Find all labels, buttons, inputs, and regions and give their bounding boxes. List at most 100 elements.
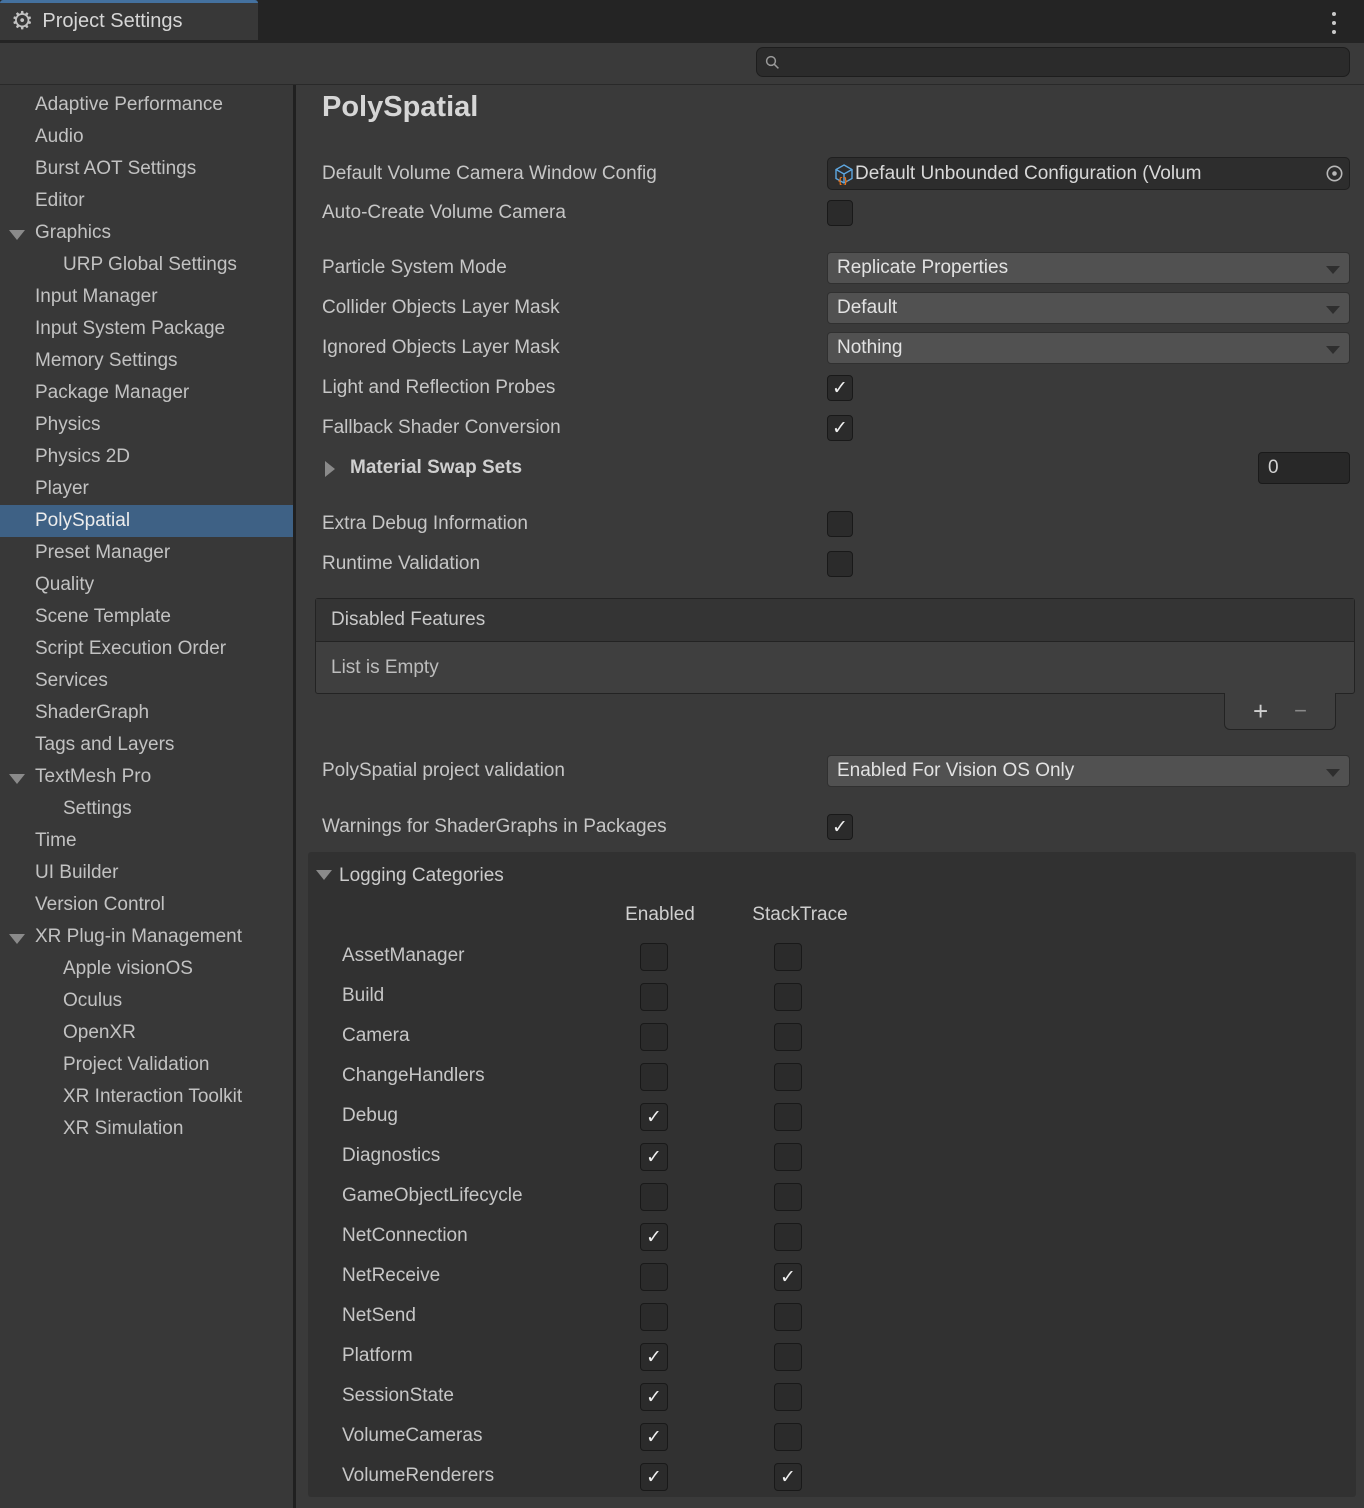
sidebar-item[interactable]: Oculus xyxy=(0,985,293,1017)
search-box[interactable] xyxy=(756,47,1350,77)
stacktrace-checkbox[interactable] xyxy=(774,1223,802,1251)
material-swap-sets-count-field[interactable]: 0 xyxy=(1258,452,1350,484)
runtime-validation-checkbox[interactable] xyxy=(827,551,853,577)
sidebar-item[interactable]: Tags and Layers xyxy=(0,729,293,761)
stacktrace-checkbox[interactable] xyxy=(774,943,802,971)
collider-objects-layer-mask-dropdown[interactable]: Default xyxy=(827,292,1350,324)
project-settings-window: ⚙ Project Settings Adaptive Performance … xyxy=(0,0,1364,1508)
window-tab-title: Project Settings xyxy=(42,10,182,33)
enabled-checkbox[interactable] xyxy=(640,1223,668,1251)
foldout-open-icon[interactable] xyxy=(9,230,25,240)
sidebar-item[interactable]: Scene Template xyxy=(0,601,293,633)
stacktrace-checkbox[interactable] xyxy=(774,983,802,1011)
sidebar-item[interactable]: Memory Settings xyxy=(0,345,293,377)
sidebar-item[interactable]: XR Simulation xyxy=(0,1113,293,1145)
auto-create-volume-camera-checkbox[interactable] xyxy=(827,200,853,226)
sidebar-item-label: UI Builder xyxy=(35,862,118,883)
sidebar-item[interactable]: Adaptive Performance xyxy=(0,89,293,121)
sidebar-item[interactable]: Time xyxy=(0,825,293,857)
sidebar-item[interactable]: Burst AOT Settings xyxy=(0,153,293,185)
sidebar-item[interactable]: Package Manager xyxy=(0,377,293,409)
enabled-checkbox[interactable] xyxy=(640,1343,668,1371)
stacktrace-checkbox[interactable] xyxy=(774,1343,802,1371)
enabled-checkbox[interactable] xyxy=(640,1063,668,1091)
column-header-stacktrace: StackTrace xyxy=(738,904,862,926)
sidebar-item[interactable]: PolySpatial xyxy=(0,505,293,537)
enabled-checkbox[interactable] xyxy=(640,983,668,1011)
light-and-reflection-probes-checkbox[interactable] xyxy=(827,375,853,401)
stacktrace-checkbox[interactable] xyxy=(774,1183,802,1211)
sidebar-item[interactable]: Apple visionOS xyxy=(0,953,293,985)
sidebar-item[interactable]: Player xyxy=(0,473,293,505)
sidebar-item[interactable]: Script Execution Order xyxy=(0,633,293,665)
enabled-checkbox[interactable] xyxy=(640,1103,668,1131)
enabled-checkbox[interactable] xyxy=(640,1183,668,1211)
sidebar-item[interactable]: Audio xyxy=(0,121,293,153)
enabled-checkbox[interactable] xyxy=(640,1263,668,1291)
foldout-open-icon[interactable] xyxy=(316,870,332,880)
sidebar-item[interactable]: Project Validation xyxy=(0,1049,293,1081)
stacktrace-checkbox[interactable] xyxy=(774,1023,802,1051)
foldout-closed-icon[interactable] xyxy=(325,461,335,477)
stacktrace-checkbox[interactable] xyxy=(774,1383,802,1411)
sidebar-item[interactable]: Physics xyxy=(0,409,293,441)
tab-project-settings[interactable]: ⚙ Project Settings xyxy=(0,0,258,40)
enabled-checkbox[interactable] xyxy=(640,1423,668,1451)
stacktrace-checkbox[interactable] xyxy=(774,1143,802,1171)
foldout-open-icon[interactable] xyxy=(9,934,25,944)
sidebar-item-label: XR Simulation xyxy=(63,1118,183,1139)
search-input[interactable] xyxy=(786,47,1349,77)
stacktrace-checkbox[interactable] xyxy=(774,1063,802,1091)
logging-row: VolumeCameras xyxy=(308,1416,1356,1456)
sidebar-item-label: Adaptive Performance xyxy=(35,94,223,115)
sidebar-item[interactable]: Input System Package xyxy=(0,313,293,345)
warnings-for-shadergraphs-checkbox[interactable] xyxy=(827,814,853,840)
sidebar-item[interactable]: ShaderGraph xyxy=(0,697,293,729)
remove-button[interactable]: − xyxy=(1294,700,1307,722)
sidebar-item[interactable]: UI Builder xyxy=(0,857,293,889)
material-swap-sets-label[interactable]: Material Swap Sets xyxy=(350,452,522,484)
add-button[interactable]: + xyxy=(1253,698,1268,724)
sidebar-item[interactable]: Quality xyxy=(0,569,293,601)
stacktrace-checkbox[interactable] xyxy=(774,1303,802,1331)
enabled-checkbox[interactable] xyxy=(640,943,668,971)
sidebar-item[interactable]: Preset Manager xyxy=(0,537,293,569)
default-volume-camera-window-config-object-field[interactable]: {} Default Unbounded Configuration (Volu… xyxy=(827,157,1350,190)
sidebar-item[interactable]: XR Plug-in Management xyxy=(0,921,293,953)
stacktrace-checkbox[interactable] xyxy=(774,1463,802,1491)
sidebar-item[interactable]: Physics 2D xyxy=(0,441,293,473)
sidebar-item[interactable]: Services xyxy=(0,665,293,697)
sidebar-item[interactable]: Settings xyxy=(0,793,293,825)
stacktrace-checkbox[interactable] xyxy=(774,1423,802,1451)
kebab-menu-icon[interactable] xyxy=(1327,12,1341,34)
stacktrace-checkbox[interactable] xyxy=(774,1103,802,1131)
extra-debug-information-checkbox[interactable] xyxy=(827,511,853,537)
gear-icon: ⚙ xyxy=(11,9,33,34)
enabled-checkbox[interactable] xyxy=(640,1143,668,1171)
enabled-checkbox[interactable] xyxy=(640,1303,668,1331)
sidebar-item[interactable]: OpenXR xyxy=(0,1017,293,1049)
sidebar-item[interactable]: XR Interaction Toolkit xyxy=(0,1081,293,1113)
sidebar-item[interactable]: URP Global Settings xyxy=(0,249,293,281)
logging-categories-title[interactable]: Logging Categories xyxy=(339,862,504,890)
enabled-checkbox[interactable] xyxy=(640,1023,668,1051)
logging-row: ChangeHandlers xyxy=(308,1056,1356,1096)
sidebar-item[interactable]: TextMesh Pro xyxy=(0,761,293,793)
sidebar-item[interactable]: Input Manager xyxy=(0,281,293,313)
particle-system-mode-dropdown[interactable]: Replicate Properties xyxy=(827,252,1350,284)
sidebar-item[interactable]: Editor xyxy=(0,185,293,217)
foldout-open-icon[interactable] xyxy=(9,774,25,784)
logging-row: AssetManager xyxy=(308,936,1356,976)
logging-category-label: SessionState xyxy=(342,1376,454,1416)
logging-row: VolumeRenderers xyxy=(308,1456,1356,1496)
fallback-shader-conversion-checkbox[interactable] xyxy=(827,415,853,441)
polyspatial-project-validation-dropdown[interactable]: Enabled For Vision OS Only xyxy=(827,755,1350,787)
stacktrace-checkbox[interactable] xyxy=(774,1263,802,1291)
enabled-checkbox[interactable] xyxy=(640,1383,668,1411)
enabled-checkbox[interactable] xyxy=(640,1463,668,1491)
ignored-objects-layer-mask-dropdown[interactable]: Nothing xyxy=(827,332,1350,364)
logging-category-label: ChangeHandlers xyxy=(342,1056,485,1096)
sidebar-item[interactable]: Graphics xyxy=(0,217,293,249)
object-picker-icon[interactable] xyxy=(1319,158,1349,189)
sidebar-item[interactable]: Version Control xyxy=(0,889,293,921)
